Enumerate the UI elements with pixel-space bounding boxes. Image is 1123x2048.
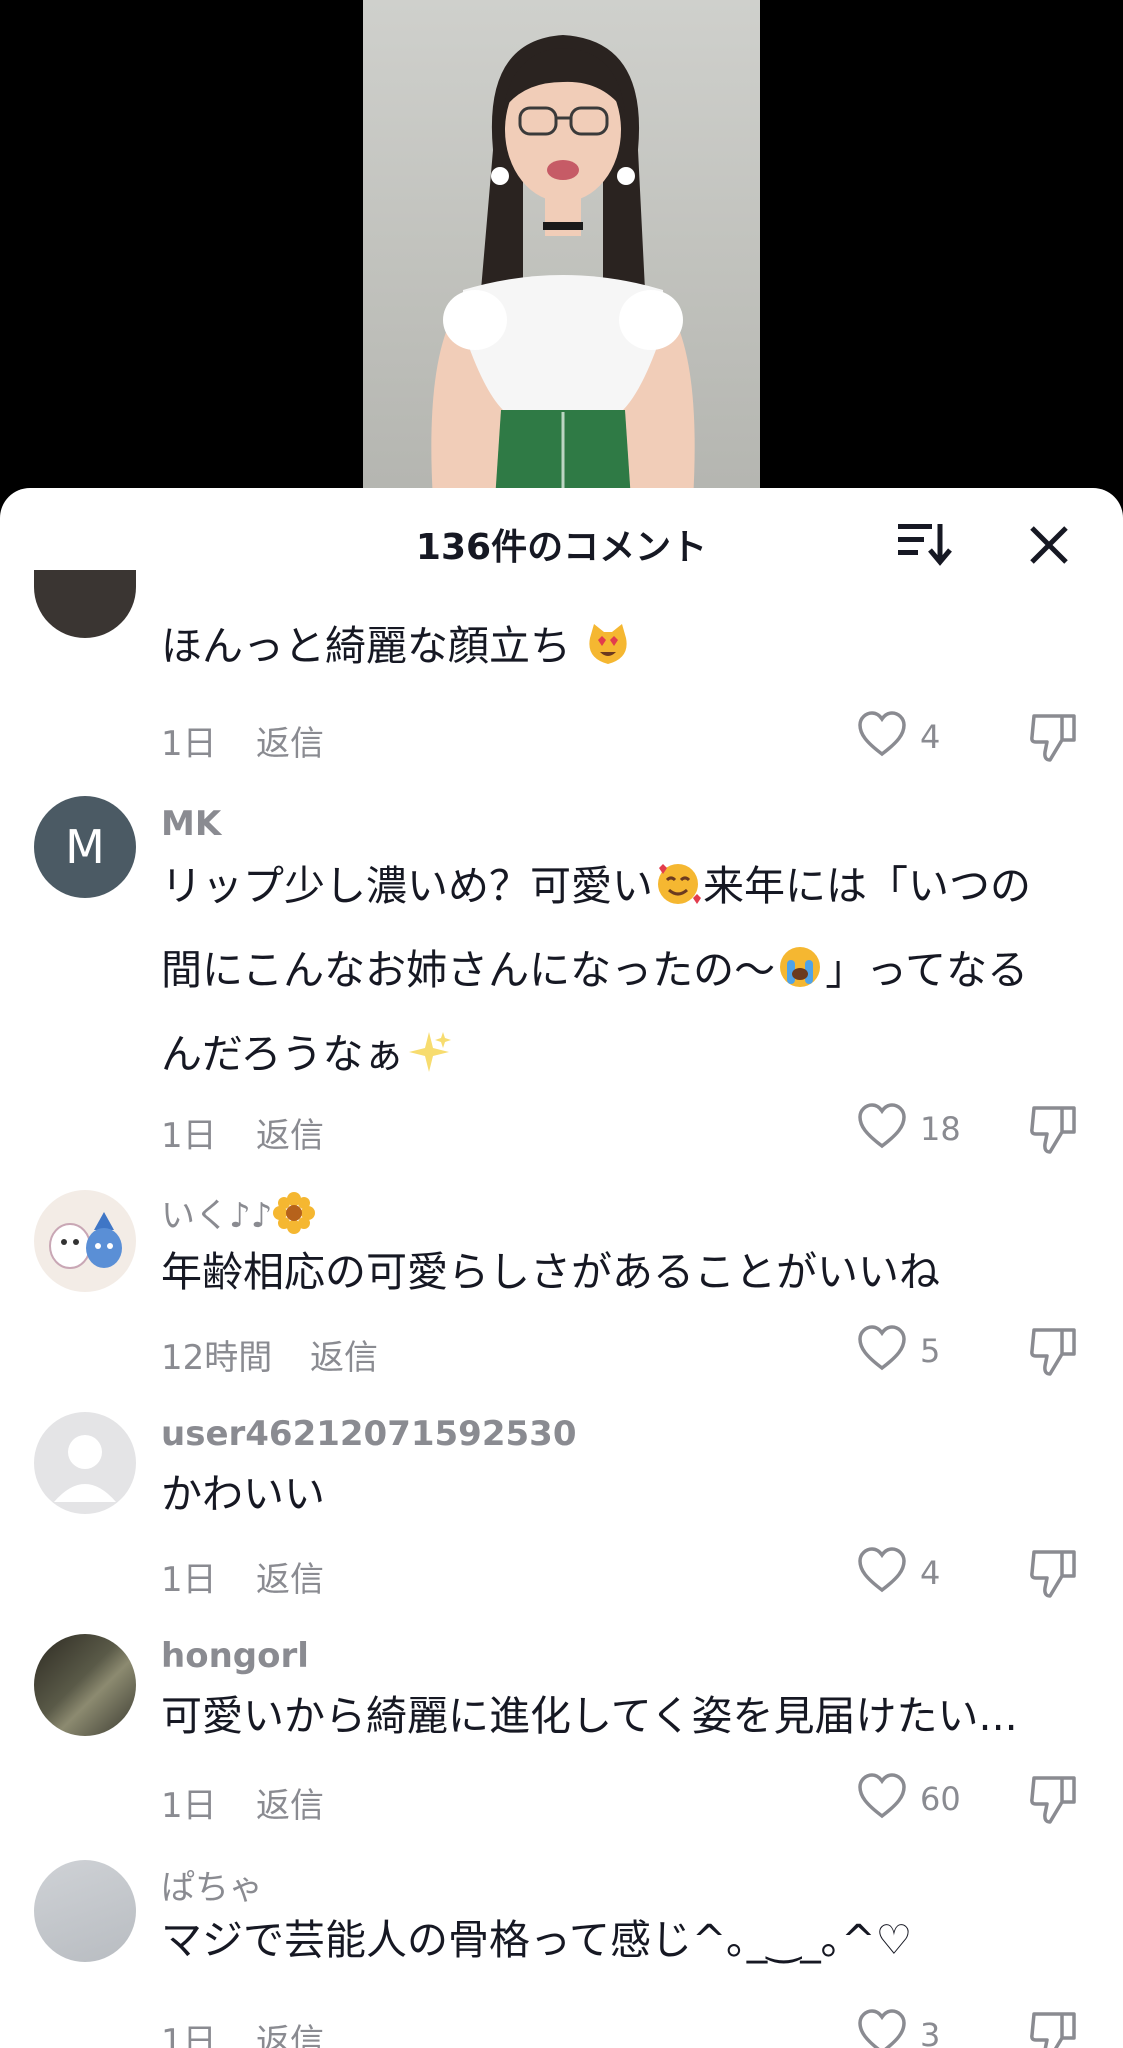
heart-icon	[858, 1103, 906, 1149]
like-count: 4	[920, 1554, 941, 1592]
heart-icon	[858, 1773, 906, 1819]
heart-icon	[858, 1547, 906, 1593]
thumbs-down-icon	[1030, 1328, 1076, 1376]
like-count: 60	[920, 1780, 961, 1818]
comment-time: 12時間	[161, 1338, 273, 1378]
sort-button[interactable]	[894, 518, 954, 568]
reply-button[interactable]: 返信	[256, 1552, 324, 1601]
heart-icon	[858, 2009, 906, 2048]
like-button[interactable]: 3	[856, 2008, 996, 2048]
avatar-letter: M	[65, 820, 105, 874]
comments-count-title: 136件のコメント	[415, 527, 708, 568]
sparkles-emoji-icon	[408, 1032, 451, 1072]
reply-button[interactable]: 返信	[310, 1330, 378, 1379]
video-player[interactable]	[0, 0, 1123, 500]
heart-icon	[858, 711, 906, 757]
video-thumbnail-person	[431, 35, 695, 500]
like-button[interactable]: 4	[856, 1546, 996, 1602]
reply-button[interactable]: 返信	[256, 1778, 324, 1827]
comment-text: 年齢相応の可愛らしさがあることがいいね	[161, 1248, 940, 1296]
thumbs-down-icon	[1030, 1776, 1076, 1824]
comments-header: 136件のコメント	[0, 488, 1123, 598]
comment-text: 可愛いから綺麗に進化してく姿を見届けたい...	[161, 1692, 1018, 1740]
comments-sheet: 136件のコメント ほんっと綺麗な顔立ち 1日 返信 4 M MK リップ少し濃…	[0, 488, 1123, 2048]
comment-text: ほんっと綺麗な顔立ち	[161, 604, 1091, 688]
default-avatar-icon	[54, 1435, 116, 1502]
thumbs-down-icon	[1030, 2012, 1076, 2048]
dislike-button[interactable]	[1028, 2008, 1080, 2048]
reply-button[interactable]: 返信	[256, 1108, 324, 1157]
comment-time: 1日	[161, 1786, 217, 1826]
comment-text: かわいい	[161, 1470, 325, 1518]
close-icon	[1030, 526, 1068, 564]
like-count: 3	[920, 2016, 941, 2048]
avatar[interactable]	[34, 1190, 136, 1292]
dislike-button[interactable]	[1028, 1102, 1080, 1158]
comment-time: 1日	[161, 1560, 217, 1600]
reply-button[interactable]: 返信	[256, 716, 324, 765]
comment-time: 1日	[161, 1116, 217, 1156]
dislike-button[interactable]	[1028, 710, 1080, 766]
heart-icon	[858, 1325, 906, 1371]
comment-time: 1日	[161, 724, 217, 764]
like-count: 4	[920, 718, 941, 756]
like-button[interactable]: 4	[856, 710, 996, 766]
like-count: 5	[920, 1332, 941, 1370]
avatar[interactable]	[34, 570, 136, 638]
crying-face-emoji-icon	[780, 947, 821, 987]
like-button[interactable]: 60	[856, 1772, 996, 1828]
avatar-illustration	[49, 1212, 122, 1269]
dislike-button[interactable]	[1028, 1324, 1080, 1380]
avatar[interactable]	[34, 1634, 136, 1736]
dislike-button[interactable]	[1028, 1546, 1080, 1602]
smiling-face-with-hearts-emoji-icon	[658, 864, 701, 904]
comment-text: リップ少し濃いめ？可愛い 来年には「いつの 間にこんなお姉さんになったの〜 」っ…	[161, 844, 1091, 1096]
comment-text: マジで芸能人の骨格って感じ^｡_‿_｡^♡	[161, 1916, 913, 1964]
thumbs-down-icon	[1030, 714, 1076, 762]
like-button[interactable]: 5	[856, 1324, 996, 1380]
close-button[interactable]	[1020, 516, 1078, 574]
heart-eyes-cat-emoji-icon	[589, 624, 627, 664]
sort-icon	[898, 524, 952, 566]
thumbs-down-icon	[1030, 1106, 1076, 1154]
avatar[interactable]	[34, 1860, 136, 1962]
dislike-button[interactable]	[1028, 1772, 1080, 1828]
comment-username[interactable]: MK	[161, 804, 221, 844]
like-button[interactable]: 18	[856, 1102, 996, 1158]
comment-username[interactable]: user46212071592530	[161, 1414, 576, 1454]
comment-username[interactable]: hongorl	[161, 1636, 309, 1676]
thumbs-down-icon	[1030, 1550, 1076, 1598]
video-frame	[363, 0, 760, 500]
comment-time: 1日	[161, 2022, 217, 2048]
flower-emoji-icon	[273, 1192, 316, 1234]
reply-button[interactable]: 返信	[256, 2014, 324, 2048]
like-count: 18	[920, 1110, 961, 1148]
avatar[interactable]	[34, 1412, 136, 1514]
avatar[interactable]: M	[34, 796, 136, 898]
